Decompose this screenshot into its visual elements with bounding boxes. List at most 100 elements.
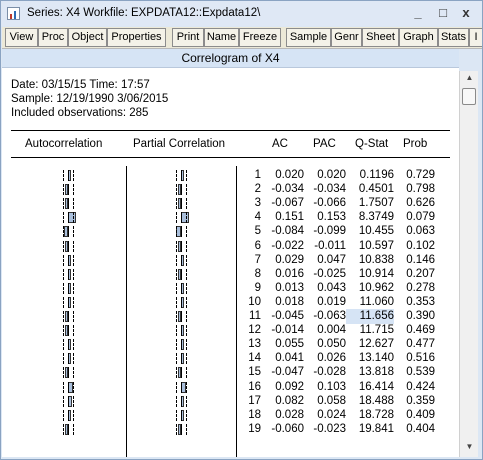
freeze-button[interactable]: Freeze — [239, 28, 281, 47]
prob-cell[interactable]: 0.516 — [395, 351, 435, 366]
lag-cell[interactable]: 13 — [240, 337, 261, 352]
lag-cell[interactable]: 10 — [240, 295, 261, 310]
lag-cell[interactable]: 16 — [240, 380, 261, 395]
prob-cell[interactable]: 0.729 — [395, 168, 435, 183]
ac-cell[interactable]: 0.020 — [262, 168, 304, 183]
close-button[interactable]: x — [457, 5, 475, 21]
lag-cell[interactable]: 4 — [240, 210, 261, 225]
qstat-cell[interactable]: 12.627 — [346, 337, 394, 352]
lag-cell[interactable]: 9 — [240, 281, 261, 296]
ac-cell[interactable]: 0.082 — [262, 394, 304, 409]
prob-cell[interactable]: 0.359 — [395, 394, 435, 409]
ac-cell[interactable]: -0.084 — [262, 224, 304, 239]
sheet-button[interactable]: Sheet — [362, 28, 399, 47]
lag-cell[interactable]: 11 — [240, 309, 261, 324]
view-button[interactable]: View — [5, 28, 38, 47]
pac-cell[interactable]: 0.103 — [305, 380, 346, 395]
ac-cell[interactable]: 0.013 — [262, 281, 304, 296]
window-titlebar[interactable]: Series: X4 Workfile: EXPDATA12::Expdata1… — [1, 1, 482, 26]
ac-cell[interactable]: 0.028 — [262, 408, 304, 423]
pac-cell[interactable]: 0.043 — [305, 281, 346, 296]
lag-cell[interactable]: 19 — [240, 422, 261, 437]
pac-cell[interactable]: 0.047 — [305, 253, 346, 268]
qstat-cell[interactable]: 11.656 — [346, 309, 394, 324]
ac-cell[interactable]: -0.014 — [262, 323, 304, 338]
pac-cell[interactable]: -0.034 — [305, 182, 346, 197]
pac-cell[interactable]: -0.023 — [305, 422, 346, 437]
qstat-cell[interactable]: 10.597 — [346, 239, 394, 254]
sample-button[interactable]: Sample — [286, 28, 331, 47]
name-button[interactable]: Name — [204, 28, 239, 47]
pac-cell[interactable]: 0.004 — [305, 323, 346, 338]
pac-cell[interactable]: 0.058 — [305, 394, 346, 409]
ac-cell[interactable]: 0.016 — [262, 267, 304, 282]
print-button[interactable]: Print — [172, 28, 204, 47]
lag-cell[interactable]: 17 — [240, 394, 261, 409]
qstat-cell[interactable]: 18.488 — [346, 394, 394, 409]
pac-cell[interactable]: 0.019 — [305, 295, 346, 310]
stats-button[interactable]: Stats — [438, 28, 469, 47]
pac-cell[interactable]: 0.024 — [305, 408, 346, 423]
graph-button[interactable]: Graph — [399, 28, 438, 47]
qstat-cell[interactable]: 13.140 — [346, 351, 394, 366]
pac-cell[interactable]: -0.011 — [305, 239, 346, 254]
ac-cell[interactable]: 0.151 — [262, 210, 304, 225]
prob-cell[interactable]: 0.063 — [395, 224, 435, 239]
prob-cell[interactable]: 0.278 — [395, 281, 435, 296]
prob-cell[interactable]: 0.102 — [395, 239, 435, 254]
qstat-cell[interactable]: 11.715 — [346, 323, 394, 338]
lag-cell[interactable]: 1 — [240, 168, 261, 183]
pac-cell[interactable]: -0.025 — [305, 267, 346, 282]
prob-cell[interactable]: 0.469 — [395, 323, 435, 338]
prob-cell[interactable]: 0.390 — [395, 309, 435, 324]
ident-button[interactable]: I — [469, 28, 482, 47]
prob-cell[interactable]: 0.079 — [395, 210, 435, 225]
lag-cell[interactable]: 18 — [240, 408, 261, 423]
qstat-cell[interactable]: 13.818 — [346, 365, 394, 380]
scroll-up-arrow-icon[interactable]: ▲ — [460, 71, 479, 85]
qstat-cell[interactable]: 10.914 — [346, 267, 394, 282]
lag-cell[interactable]: 12 — [240, 323, 261, 338]
properties-button[interactable]: Properties — [107, 28, 166, 47]
pac-cell[interactable]: 0.020 — [305, 168, 346, 183]
qstat-cell[interactable]: 10.838 — [346, 253, 394, 268]
pac-cell[interactable]: 0.026 — [305, 351, 346, 366]
prob-cell[interactable]: 0.626 — [395, 196, 435, 211]
lag-cell[interactable]: 3 — [240, 196, 261, 211]
pac-cell[interactable]: 0.050 — [305, 337, 346, 352]
object-button[interactable]: Object — [68, 28, 107, 47]
qstat-cell[interactable]: 16.414 — [346, 380, 394, 395]
qstat-cell[interactable]: 19.841 — [346, 422, 394, 437]
ac-cell[interactable]: 0.055 — [262, 337, 304, 352]
prob-cell[interactable]: 0.207 — [395, 267, 435, 282]
ac-cell[interactable]: -0.067 — [262, 196, 304, 211]
ac-cell[interactable]: -0.022 — [262, 239, 304, 254]
lag-cell[interactable]: 8 — [240, 267, 261, 282]
qstat-cell[interactable]: 10.455 — [346, 224, 394, 239]
lag-cell[interactable]: 15 — [240, 365, 261, 380]
qstat-cell[interactable]: 8.3749 — [346, 210, 394, 225]
scroll-thumb[interactable] — [462, 88, 476, 105]
lag-cell[interactable]: 2 — [240, 182, 261, 197]
ac-cell[interactable]: 0.092 — [262, 380, 304, 395]
pac-cell[interactable]: -0.028 — [305, 365, 346, 380]
vertical-scrollbar[interactable]: ▲ ▼ — [459, 71, 478, 457]
prob-cell[interactable]: 0.424 — [395, 380, 435, 395]
scroll-down-arrow-icon[interactable]: ▼ — [460, 440, 479, 454]
pac-cell[interactable]: 0.153 — [305, 210, 346, 225]
pac-cell[interactable]: -0.066 — [305, 196, 346, 211]
ac-cell[interactable]: 0.041 — [262, 351, 304, 366]
qstat-cell[interactable]: 10.962 — [346, 281, 394, 296]
qstat-cell[interactable]: 1.7507 — [346, 196, 394, 211]
pac-cell[interactable]: -0.063 — [305, 309, 346, 324]
proc-button[interactable]: Proc — [38, 28, 68, 47]
lag-cell[interactable]: 5 — [240, 224, 261, 239]
ac-cell[interactable]: -0.045 — [262, 309, 304, 324]
qstat-cell[interactable]: 18.728 — [346, 408, 394, 423]
lag-cell[interactable]: 14 — [240, 351, 261, 366]
lag-cell[interactable]: 7 — [240, 253, 261, 268]
ac-cell[interactable]: -0.047 — [262, 365, 304, 380]
ac-cell[interactable]: -0.060 — [262, 422, 304, 437]
qstat-cell[interactable]: 11.060 — [346, 295, 394, 310]
ac-cell[interactable]: 0.018 — [262, 295, 304, 310]
